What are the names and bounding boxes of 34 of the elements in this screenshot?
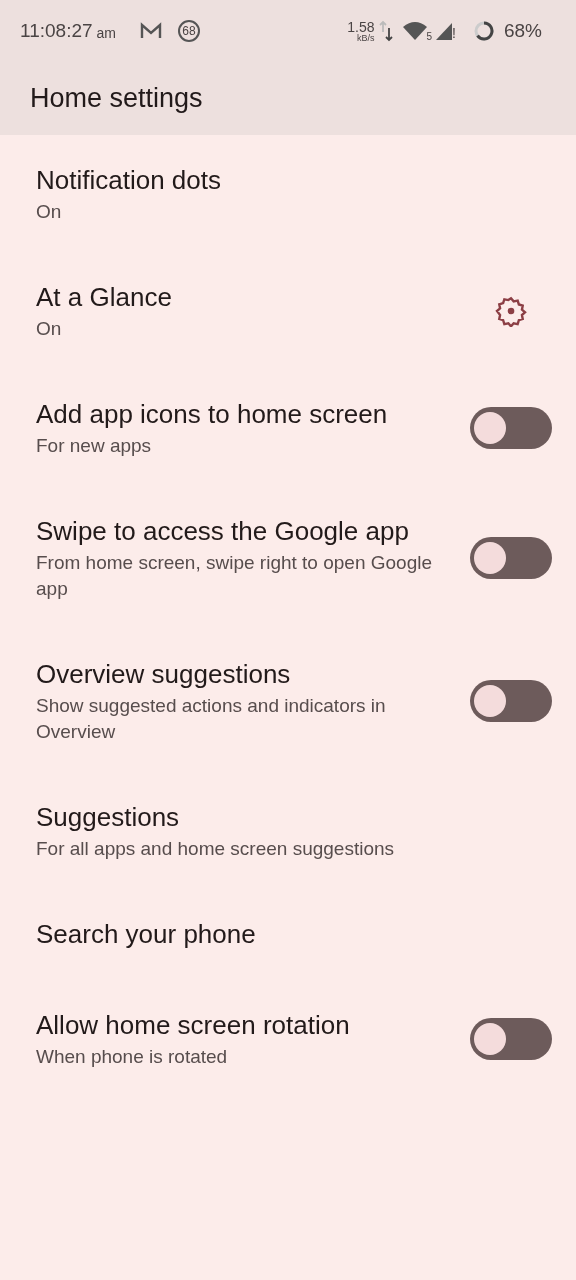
signal-icon xyxy=(436,22,453,40)
setting-title[interactable]: At a Glance xyxy=(36,279,454,316)
clock: 11:08:27 xyxy=(20,20,93,42)
clock-period: am xyxy=(96,25,116,41)
setting-summary: On xyxy=(36,317,63,341)
setting-summary: Show suggested actions and indicators in Overview xyxy=(36,694,387,744)
toggle-switch[interactable] xyxy=(470,406,552,449)
network-speed: 1.58 xyxy=(347,19,375,34)
setting-summary: On xyxy=(36,200,63,224)
signal-alert-label: ! xyxy=(452,25,456,41)
page-title: Home settings xyxy=(30,83,203,114)
transfer-arrows-icon xyxy=(378,20,393,42)
toggle-switch[interactable] xyxy=(470,536,552,579)
setting-title[interactable]: Suggestions xyxy=(36,799,552,836)
setting-summary: From home screen, swipe right to open Google app xyxy=(36,551,434,601)
setting-title[interactable]: Overview suggestions xyxy=(36,656,454,693)
setting-title[interactable]: Notification dots xyxy=(36,162,552,199)
notification-count: 68 xyxy=(178,20,200,42)
setting-summary: For all apps and home screen suggestions xyxy=(36,837,396,861)
setting-title[interactable]: Search your phone xyxy=(36,916,552,953)
setting-summary: For new apps xyxy=(36,434,153,458)
setting-title[interactable]: Swipe to access the Google app xyxy=(36,513,454,550)
battery-ring-icon xyxy=(473,21,494,41)
wifi-band-label: 5 xyxy=(426,30,433,42)
battery-percent: 68% xyxy=(503,20,542,42)
setting-title[interactable]: Allow home screen rotation xyxy=(36,1007,454,1044)
toggle-switch[interactable] xyxy=(470,1017,552,1060)
mail-icon xyxy=(140,22,162,40)
toggle-switch[interactable] xyxy=(470,679,552,722)
wifi-icon xyxy=(402,21,427,41)
setting-title[interactable]: Add app icons to home screen xyxy=(36,396,454,433)
settings-icon[interactable] xyxy=(495,294,527,327)
speed-unit: kB/s xyxy=(357,33,375,43)
setting-summary: When phone is rotated xyxy=(36,1045,229,1069)
